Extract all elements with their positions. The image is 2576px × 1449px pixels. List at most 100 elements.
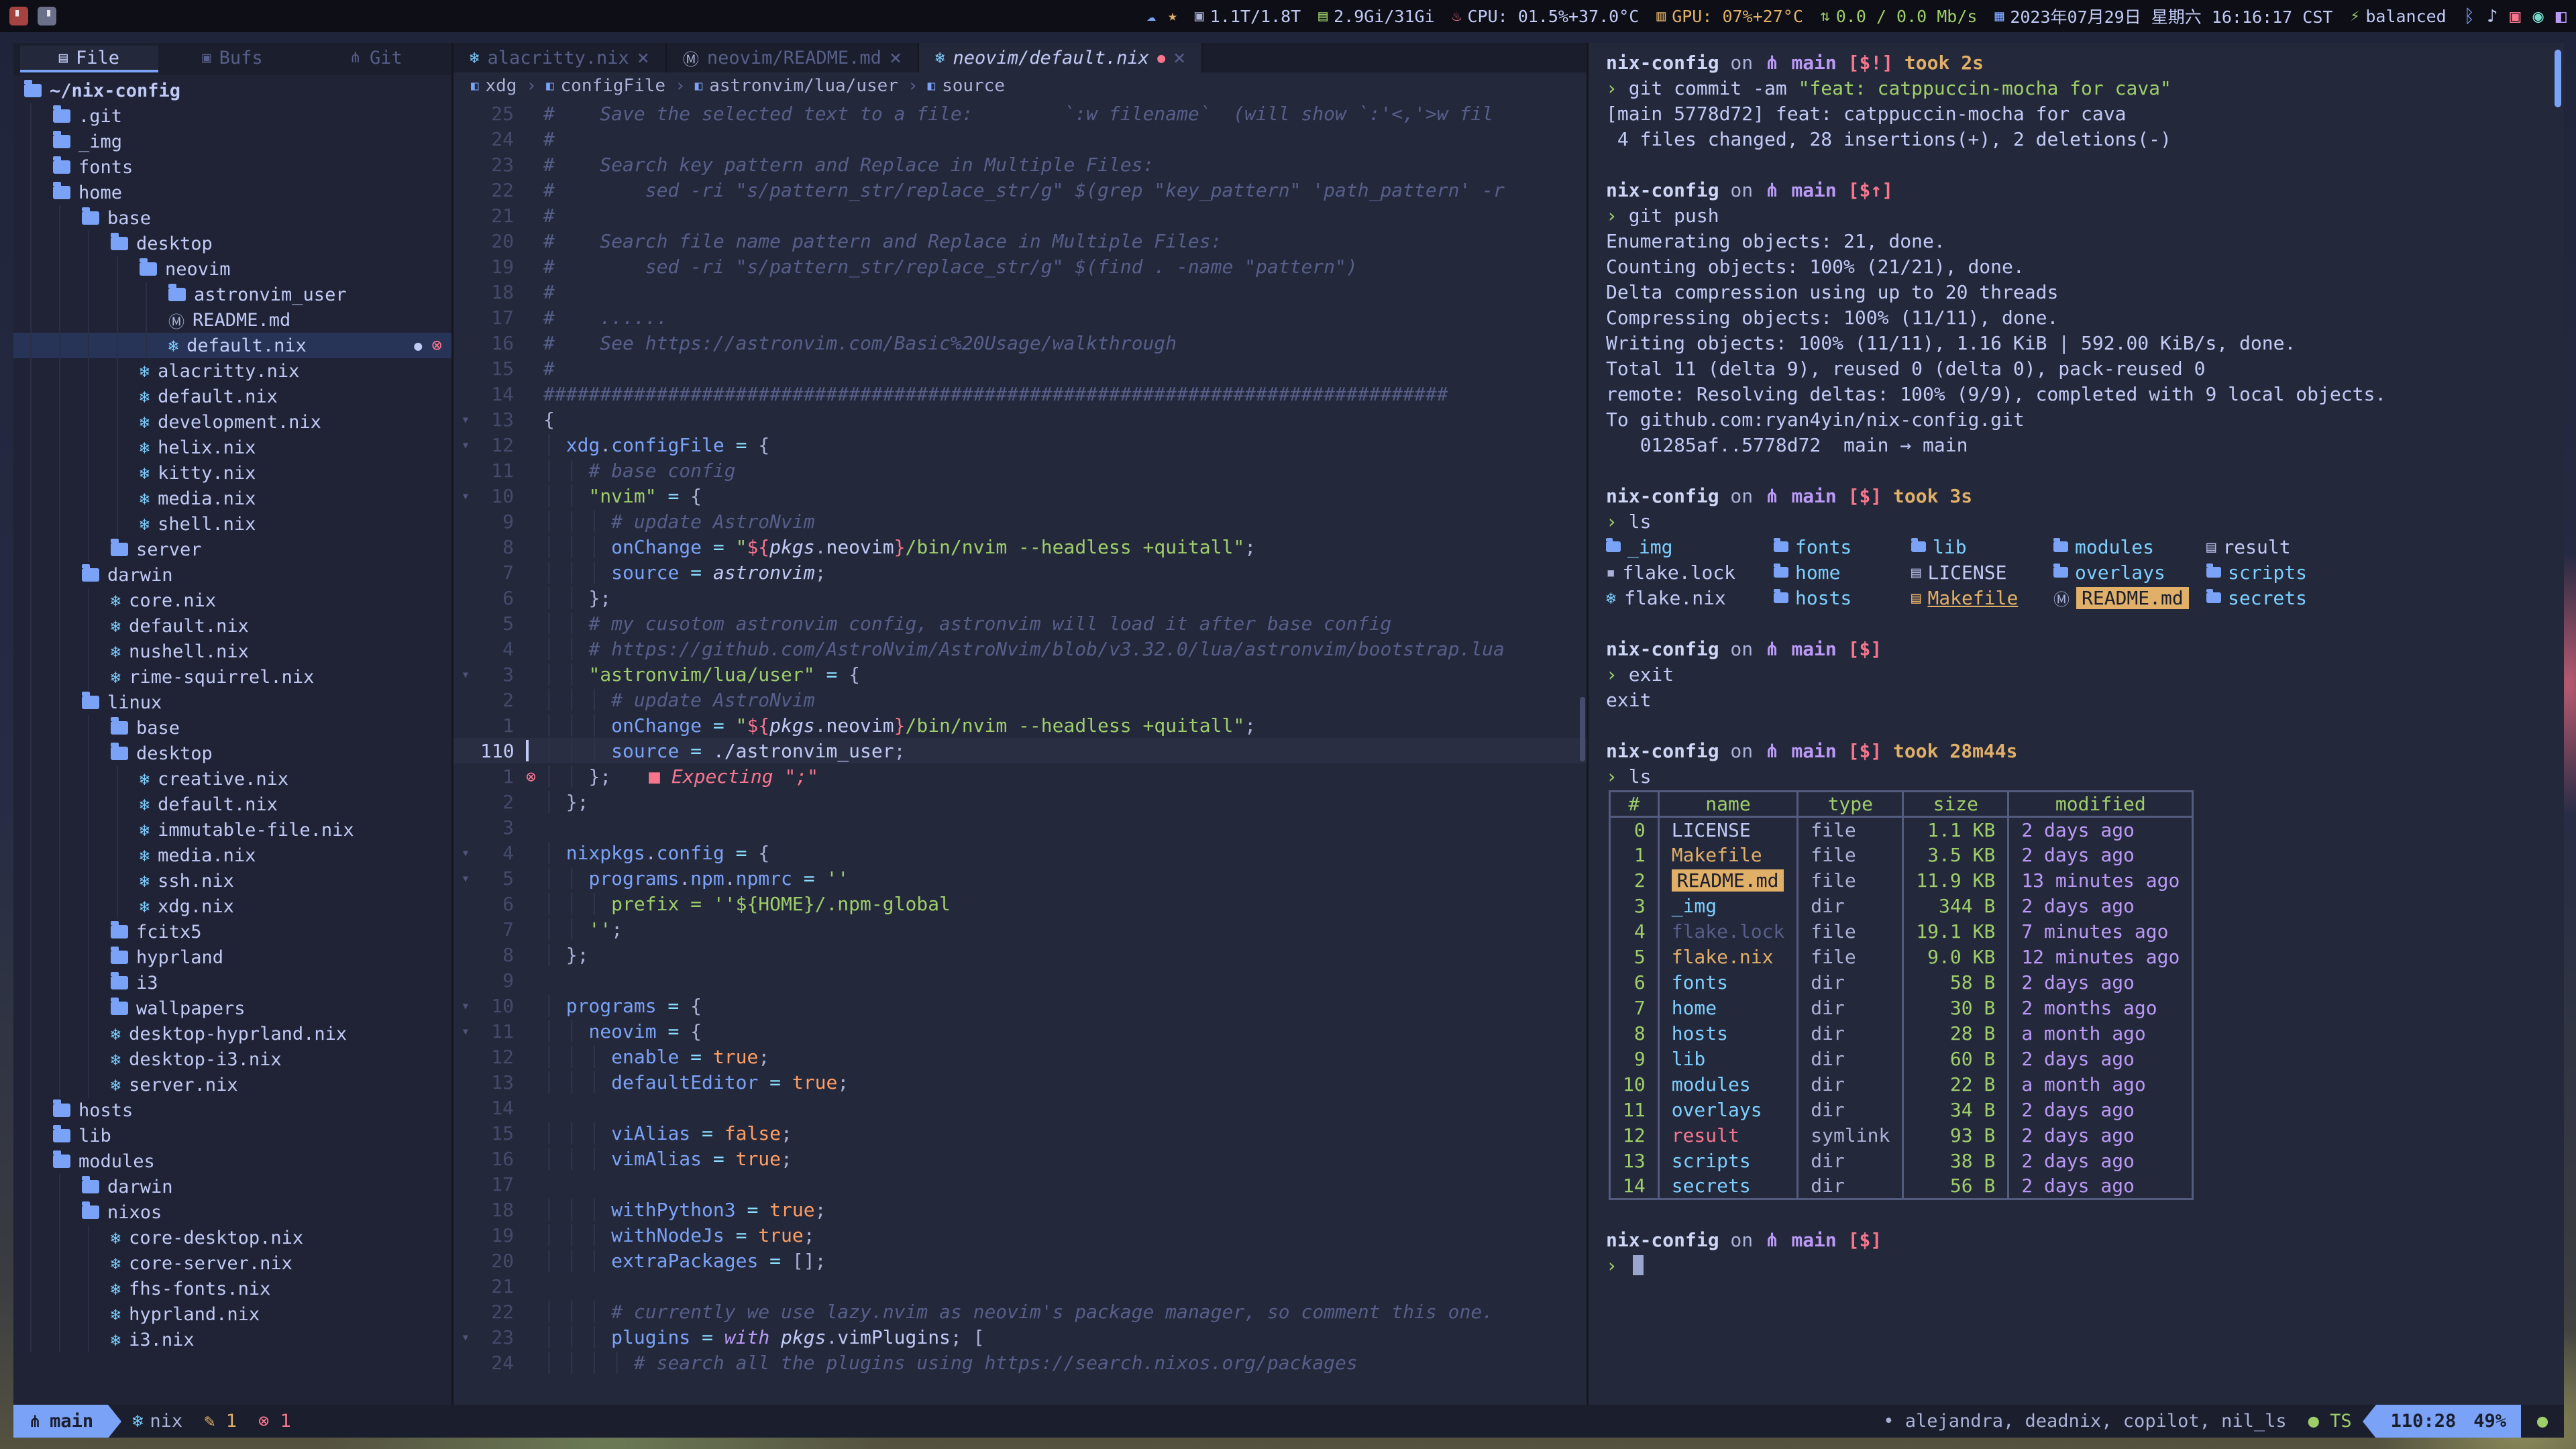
breadcrumb-item[interactable]: ◧configFile bbox=[546, 76, 665, 96]
code-line[interactable]: 11│ │ # base config bbox=[453, 458, 1587, 483]
code-line[interactable]: 15│ │ │ viAlias = false; bbox=[453, 1120, 1587, 1146]
code-line[interactable]: ▾5│ │ programs.npm.npmrc = '' bbox=[453, 865, 1587, 891]
tree-item[interactable]: ❄core.nix bbox=[13, 588, 451, 613]
code-line[interactable]: 22│ │ │ # currently we use lazy.nvim as … bbox=[453, 1299, 1587, 1324]
tree-item[interactable]: ❄nushell.nix bbox=[13, 639, 451, 664]
tray-app-gray[interactable]: ▝ bbox=[38, 7, 56, 25]
diagnostic-warnings[interactable]: ✎ 1 bbox=[204, 1411, 237, 1432]
code-line[interactable]: 9 bbox=[453, 967, 1587, 993]
code-line[interactable]: 8│ }; bbox=[453, 942, 1587, 967]
input-method-icon[interactable]: ▣ bbox=[2510, 6, 2520, 27]
code-line[interactable]: 8│ │ │ onChange = "${pkgs.neovim}/bin/nv… bbox=[453, 534, 1587, 559]
code-line[interactable]: 9│ │ │ # update AstroNvim bbox=[453, 508, 1587, 534]
tree-item[interactable]: ❄default.nix bbox=[13, 384, 451, 409]
star-icon[interactable]: ★ bbox=[1168, 7, 1177, 25]
volume-icon[interactable]: ♪ bbox=[2487, 6, 2498, 27]
tree-item[interactable]: ❄development.nix bbox=[13, 409, 451, 435]
bluetooth-icon[interactable]: ᛒ bbox=[2464, 6, 2475, 27]
tree-item[interactable]: darwin bbox=[13, 1174, 451, 1199]
code-line[interactable]: 6│ │ }; bbox=[453, 585, 1587, 610]
tree-item[interactable]: hosts bbox=[13, 1097, 451, 1123]
close-icon[interactable]: × bbox=[637, 46, 649, 70]
fold-indicator[interactable]: ▾ bbox=[453, 1329, 478, 1345]
code-line[interactable]: 2│ }; bbox=[453, 789, 1587, 814]
code-line[interactable]: ▾4│ nixpkgs.config = { bbox=[453, 840, 1587, 865]
code-line[interactable]: 18│ │ │ withPython3 = true; bbox=[453, 1197, 1587, 1222]
tree-item[interactable]: ❄hyprland.nix bbox=[13, 1301, 451, 1327]
tree-item[interactable]: ❄desktop-i3.nix bbox=[13, 1046, 451, 1072]
code-line[interactable]: ▾11│ │ neovim = { bbox=[453, 1018, 1587, 1044]
cursor-position-segment[interactable]: 110:2849% bbox=[2376, 1405, 2521, 1438]
code-line[interactable]: 15# bbox=[453, 356, 1587, 381]
tree-item[interactable]: base bbox=[13, 205, 451, 231]
code-line[interactable]: 14######################################… bbox=[453, 381, 1587, 407]
tree-item[interactable]: base bbox=[13, 715, 451, 741]
code-line[interactable]: 23# Search key pattern and Replace in Mu… bbox=[453, 152, 1587, 177]
code-line[interactable]: 16# See https://astronvim.com/Basic%20Us… bbox=[453, 330, 1587, 356]
code-line[interactable]: 7│ │ ''; bbox=[453, 916, 1587, 942]
code-line[interactable]: 20│ │ │ extraPackages = []; bbox=[453, 1248, 1587, 1273]
code-line[interactable]: 21 bbox=[453, 1273, 1587, 1299]
tree-tab-bufs[interactable]: ▣Bufs bbox=[164, 46, 302, 72]
prompt-input-line[interactable]: › bbox=[1606, 1252, 2564, 1278]
code-line[interactable]: 1⊗│ │ };■ Expecting ";" bbox=[453, 763, 1587, 789]
tree-item[interactable]: ❄default.nix●⊗ bbox=[13, 333, 451, 358]
code-line[interactable]: 1│ │ │ onChange = "${pkgs.neovim}/bin/nv… bbox=[453, 712, 1587, 738]
tree-item[interactable]: linux bbox=[13, 690, 451, 715]
code-line[interactable]: 20# Search file name pattern and Replace… bbox=[453, 228, 1587, 254]
tree-item[interactable]: fonts bbox=[13, 154, 451, 180]
git-branch-segment[interactable]: ⋔main bbox=[13, 1405, 108, 1438]
code-line[interactable]: 7│ │ │ source = astronvim; bbox=[453, 559, 1587, 585]
fold-indicator[interactable]: ▾ bbox=[453, 411, 478, 427]
tree-item[interactable]: nixos bbox=[13, 1199, 451, 1225]
code-line[interactable]: 16│ │ │ vimAlias = true; bbox=[453, 1146, 1587, 1171]
code-line[interactable]: ▾10│ programs = { bbox=[453, 993, 1587, 1018]
tree-item[interactable]: ❄default.nix bbox=[13, 613, 451, 639]
tray-edge-icon[interactable]: ◧ bbox=[2556, 6, 2567, 27]
tree-item[interactable]: ❄media.nix bbox=[13, 486, 451, 511]
tree-item[interactable]: ❄i3.nix bbox=[13, 1327, 451, 1352]
tree-item[interactable]: desktop bbox=[13, 231, 451, 256]
tree-item[interactable]: ❄default.nix bbox=[13, 792, 451, 817]
buffer-tab[interactable]: Ⓜneovim/README.md× bbox=[667, 43, 919, 72]
tree-item[interactable]: ~/nix-config bbox=[13, 78, 451, 103]
code-line[interactable]: 24│ │ │ │ # search all the plugins using… bbox=[453, 1350, 1587, 1375]
tree-item[interactable]: .git bbox=[13, 103, 451, 129]
tree-item[interactable]: ❄shell.nix bbox=[13, 511, 451, 537]
fold-indicator[interactable]: ▾ bbox=[453, 845, 478, 861]
fold-indicator[interactable]: ▾ bbox=[453, 870, 478, 886]
close-icon[interactable]: × bbox=[1173, 46, 1185, 70]
code-line[interactable]: 22# sed -ri "s/pattern_str/replace_str/g… bbox=[453, 177, 1587, 203]
code-line[interactable]: 6│ │ │ prefix = ''${HOME}/.npm-global bbox=[453, 891, 1587, 916]
tree-item[interactable]: fcitx5 bbox=[13, 919, 451, 945]
tree-item[interactable]: i3 bbox=[13, 970, 451, 996]
tree-item[interactable]: ❄server.nix bbox=[13, 1072, 451, 1097]
code-line[interactable]: 14 bbox=[453, 1095, 1587, 1120]
code-line[interactable]: ▾12│ xdg.configFile = { bbox=[453, 432, 1587, 458]
tree-item[interactable]: home bbox=[13, 180, 451, 205]
code-line[interactable]: 24# bbox=[453, 126, 1587, 152]
tree-item[interactable]: ❄media.nix bbox=[13, 843, 451, 868]
chat-app-icon[interactable]: ◉ bbox=[2532, 6, 2543, 27]
code-line[interactable]: 18# bbox=[453, 279, 1587, 305]
tree-item[interactable]: ❄core-desktop.nix bbox=[13, 1225, 451, 1250]
fold-indicator[interactable]: ▾ bbox=[453, 998, 478, 1014]
tree-item[interactable]: ❄rime-squirrel.nix bbox=[13, 664, 451, 690]
tree-item[interactable]: ❄helix.nix bbox=[13, 435, 451, 460]
code-line[interactable]: 25# Save the selected text to a file: `:… bbox=[453, 101, 1587, 126]
code-buffer[interactable]: 25# Save the selected text to a file: `:… bbox=[453, 99, 1587, 1405]
code-line[interactable]: 5│ │ # my cusotom astronvim config, astr… bbox=[453, 610, 1587, 636]
buffer-tab[interactable]: ❄alacritty.nix× bbox=[453, 43, 667, 72]
tree-item[interactable]: lib bbox=[13, 1123, 451, 1148]
fold-indicator[interactable]: ▾ bbox=[453, 666, 478, 682]
code-line[interactable]: 17# ...... bbox=[453, 305, 1587, 330]
code-line[interactable]: ▾3│ │ "astronvim/lua/user" = { bbox=[453, 661, 1587, 687]
tree-item[interactable]: ❄core-server.nix bbox=[13, 1250, 451, 1276]
code-line[interactable]: 17 bbox=[453, 1171, 1587, 1197]
code-line[interactable]: 2│ │ │ # update AstroNvim bbox=[453, 687, 1587, 712]
tree-item[interactable]: ⓂREADME.md bbox=[13, 307, 451, 333]
tree-tab-git[interactable]: ⋔Git bbox=[307, 46, 445, 72]
code-line[interactable]: 13│ │ │ defaultEditor = true; bbox=[453, 1069, 1587, 1095]
tree-tab-file[interactable]: ▤File bbox=[20, 46, 158, 72]
tree-item[interactable]: neovim bbox=[13, 256, 451, 282]
